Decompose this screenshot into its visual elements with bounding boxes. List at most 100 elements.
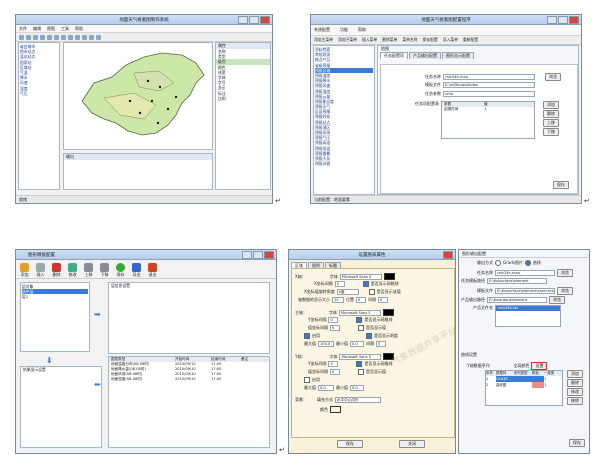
insert-menu-button[interactable]: 插入菜单 xyxy=(362,37,377,43)
exit-tool[interactable]: 退出 xyxy=(148,263,157,278)
export-tool[interactable]: 导出 xyxy=(132,263,141,278)
max-input[interactable]: 100.0 xyxy=(318,341,334,347)
y-font-select[interactable]: Microsoft Sans S xyxy=(339,353,382,360)
ok-button[interactable]: 保存 xyxy=(337,440,363,448)
close-dialog-button[interactable]: 关闭 xyxy=(399,440,425,448)
template-file-input[interactable]: E:\tis\surface\element\contr.mxa xyxy=(495,288,555,294)
fill-select[interactable]: 水平中心向外 xyxy=(335,397,381,403)
reconfigure-button[interactable]: 重新配置 xyxy=(463,37,478,43)
maximize-button[interactable] xyxy=(558,16,568,24)
series-row[interactable]: 2 曲线图 1 xyxy=(486,382,562,388)
close-button[interactable] xyxy=(260,16,270,24)
add-series-button[interactable]: 添加 xyxy=(567,370,583,378)
close-button[interactable] xyxy=(569,16,579,24)
set-button[interactable]: 设置 xyxy=(531,362,548,370)
y-min-input[interactable]: 0.0 xyxy=(350,385,364,391)
save-button[interactable]: 保存 xyxy=(569,439,585,447)
y-enable-checkbox[interactable] xyxy=(304,377,310,383)
y-value-interval-input[interactable]: 0 xyxy=(330,369,340,375)
export-icon[interactable] xyxy=(89,34,94,40)
menu-tools[interactable]: 工具 xyxy=(61,26,69,32)
minimize-button[interactable] xyxy=(547,16,557,24)
zoom-out-icon[interactable] xyxy=(47,34,52,40)
maximize-button[interactable] xyxy=(253,251,263,259)
browse-button[interactable]: 浏览 xyxy=(549,296,565,304)
output-path-input[interactable]: E:\tis\output\element xyxy=(487,297,547,303)
y-max-input[interactable]: 0.0 xyxy=(318,385,334,391)
x-show-value-checkbox[interactable] xyxy=(368,289,375,295)
table-row[interactable]: 地面湿度(08-08时) 2015/09/10 17:00 xyxy=(109,377,269,382)
main-color-swatch[interactable] xyxy=(383,309,394,316)
add-sub-menu-button[interactable]: 添加子菜单 xyxy=(338,37,357,43)
interval-input[interactable]: 0 xyxy=(378,297,388,303)
zoom-in-icon[interactable] xyxy=(40,34,45,40)
select-icon[interactable] xyxy=(82,34,87,40)
tree-item[interactable]: 气压 xyxy=(20,91,58,96)
menu-function[interactable]: 功能 xyxy=(340,27,348,33)
delete-button[interactable]: 删除 xyxy=(543,110,559,118)
main-grid-checkbox[interactable] xyxy=(356,317,363,323)
save-icon[interactable] xyxy=(26,34,31,40)
task-param-input[interactable]: uma xyxy=(443,91,535,97)
main-enable-checkbox[interactable] xyxy=(304,333,310,339)
main-font-select[interactable]: Microsoft Sans S xyxy=(339,309,381,316)
y-interval2-input[interactable]: 0 xyxy=(328,361,339,367)
task-name-input[interactable]: rain24h.mxa xyxy=(443,74,535,80)
minimize-button[interactable] xyxy=(242,251,252,259)
x-grid-checkbox[interactable] xyxy=(362,281,369,287)
save-config-button[interactable]: 保存配置 xyxy=(423,37,438,43)
tab-task-config[interactable]: 任务配置项 xyxy=(380,52,408,59)
map-view[interactable] xyxy=(63,42,213,150)
tab-display-config[interactable]: 图形显示配置 xyxy=(442,52,474,59)
x-interval-input[interactable]: 0 xyxy=(334,281,345,287)
close-button[interactable] xyxy=(264,251,274,259)
delete-series-button[interactable]: 删除 xyxy=(567,379,583,387)
tab-output-config[interactable]: 产品输出配置 xyxy=(409,52,441,59)
browse-button[interactable]: 浏览 xyxy=(545,73,561,81)
add-main-menu-button[interactable]: 添加主菜单 xyxy=(314,37,333,43)
task-name-input[interactable]: rain24h.mxa xyxy=(495,270,555,276)
settings-icon[interactable] xyxy=(96,34,101,40)
main-scale-checkbox[interactable] xyxy=(366,333,372,339)
product-file-item[interactable]: rain24h.txt xyxy=(496,306,560,311)
task-table[interactable]: 参数 值 起报时间 1 xyxy=(441,101,535,139)
y-show-value-checkbox[interactable] xyxy=(358,369,364,375)
table-row[interactable]: 起报时间 1 xyxy=(442,107,534,112)
radio-curve[interactable] xyxy=(524,260,531,266)
open-icon[interactable] xyxy=(19,34,24,40)
x-font-select[interactable]: Microsoft Sans S xyxy=(339,273,382,280)
browse-button[interactable]: 浏览 xyxy=(557,269,573,277)
close-button[interactable] xyxy=(443,251,453,259)
print-icon[interactable] xyxy=(33,34,38,40)
main-show-value-checkbox[interactable] xyxy=(358,325,364,331)
browse-button[interactable]: 浏览 xyxy=(557,287,573,295)
min-input[interactable]: 0.0 xyxy=(350,341,364,347)
add-tool[interactable]: 添加 xyxy=(20,263,29,278)
save-tool[interactable]: 保存 xyxy=(116,263,125,278)
save-button[interactable]: 保存 xyxy=(553,181,569,189)
measure-icon[interactable] xyxy=(75,34,80,40)
delete-menu-button[interactable]: 删除菜单 xyxy=(382,37,397,43)
series-table[interactable]: 序号 数据列 系列类型 颜色 一致宽 1 Grid3D 1 2 曲线图 1 xyxy=(485,370,563,406)
modify-series-button[interactable]: 修改 xyxy=(567,388,583,396)
x-rotate-select[interactable]: 0度 xyxy=(336,289,359,295)
main-interval-input[interactable]: 0 xyxy=(376,341,386,347)
layer-table[interactable]: 图层类型 开始时间 结束时间 备注 地面温度分布(08-08时) 2015/09… xyxy=(108,356,270,448)
tree-item[interactable]: 预报冰雹 xyxy=(315,161,373,166)
radio-grads[interactable] xyxy=(495,260,501,266)
axis-size-input[interactable]: 10 xyxy=(332,297,344,303)
move-up-button[interactable]: 上移 xyxy=(543,119,559,127)
layer-icon[interactable] xyxy=(68,34,73,40)
bg-color-swatch[interactable] xyxy=(330,406,341,413)
y-interval-input[interactable]: 0 xyxy=(328,317,339,323)
move-up-tool[interactable]: 上移 xyxy=(84,263,93,278)
minimize-button[interactable] xyxy=(238,16,248,24)
refresh-icon[interactable] xyxy=(61,34,66,40)
menu-file[interactable]: 文件 xyxy=(19,26,27,32)
delete-tool[interactable]: 删除 xyxy=(52,263,61,278)
add-button[interactable]: 添加 xyxy=(543,101,559,109)
layer-item[interactable]: 层1 xyxy=(22,294,88,299)
y-grid-checkbox[interactable] xyxy=(356,361,363,367)
menu-help[interactable]: 帮助 xyxy=(75,26,83,32)
pan-icon[interactable] xyxy=(54,34,59,40)
